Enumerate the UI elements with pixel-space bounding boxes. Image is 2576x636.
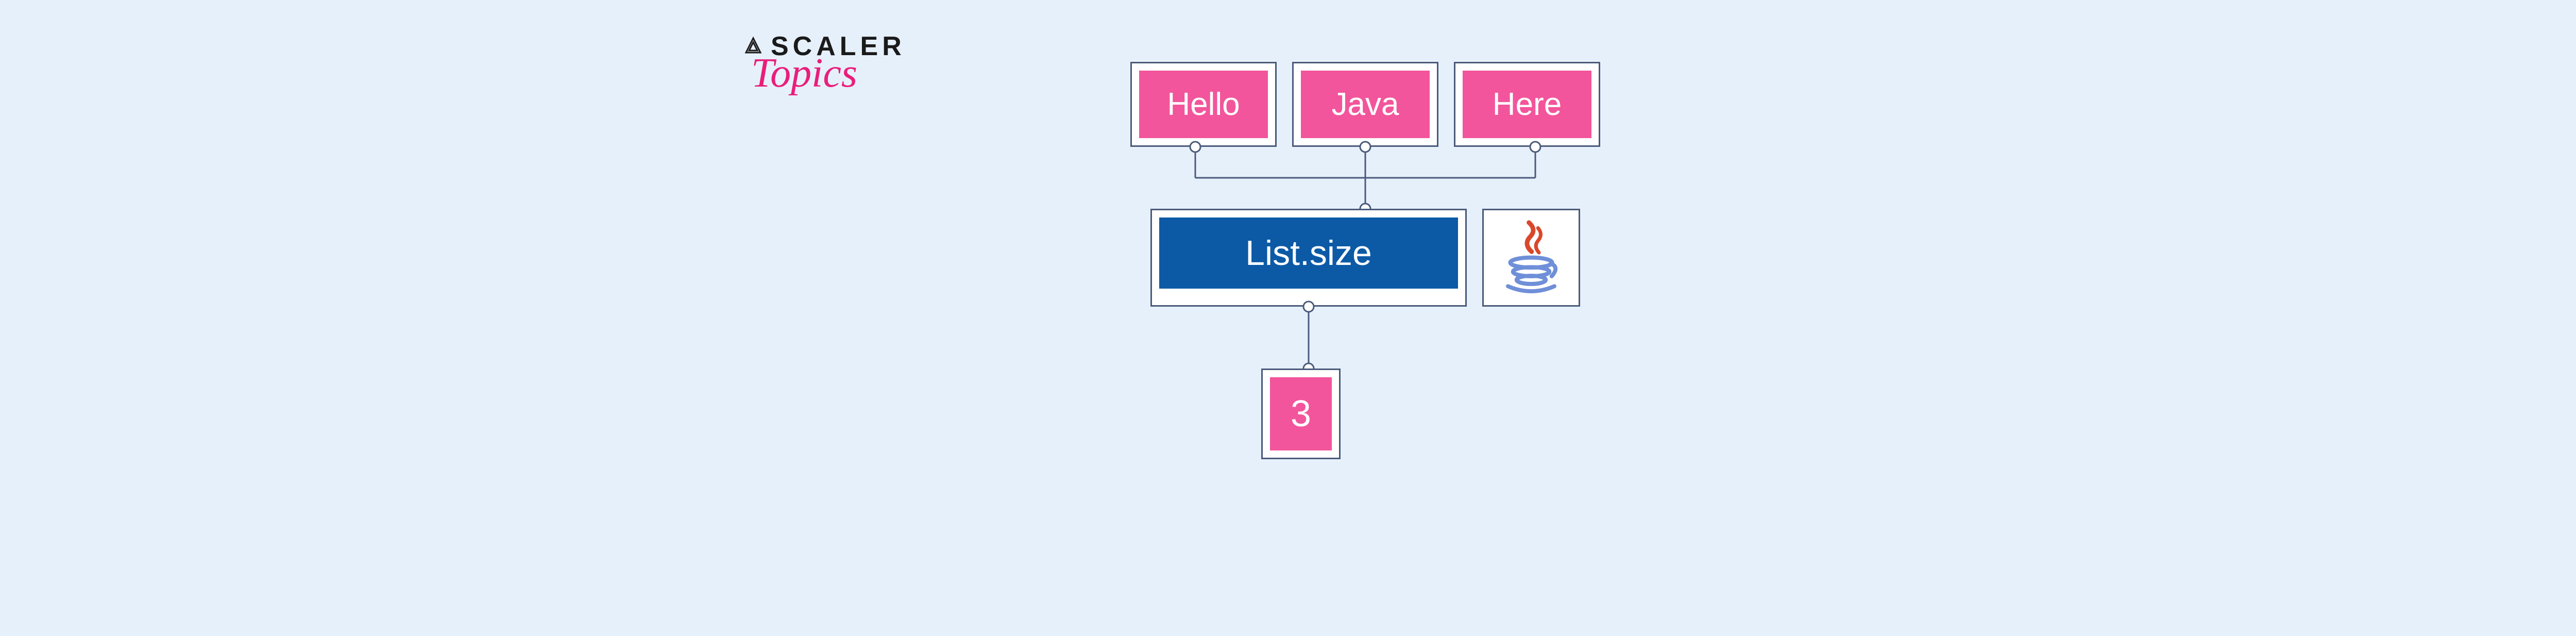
- list-items-row: Hello Java Here: [1030, 62, 1700, 147]
- method-row: List.size: [1030, 209, 1700, 307]
- method-label: List.size: [1159, 217, 1458, 289]
- java-logo-icon: [1498, 218, 1565, 298]
- list-item-box: Java: [1292, 62, 1438, 147]
- result-box: 3: [1261, 369, 1341, 459]
- list-item-value: Hello: [1139, 71, 1268, 138]
- result-value: 3: [1270, 377, 1332, 450]
- list-size-diagram: Hello Java Here List.siz: [1030, 62, 1700, 459]
- result-row: 3: [1030, 369, 1700, 459]
- java-logo-box: [1482, 209, 1580, 307]
- list-item-box: Here: [1454, 62, 1600, 147]
- connector-row-2: [1030, 307, 1700, 369]
- scaler-topics-logo: SCALER Topics: [742, 31, 906, 97]
- list-item-box: Hello: [1130, 62, 1277, 147]
- method-box: List.size: [1150, 209, 1467, 307]
- connector-row-1: [1030, 147, 1700, 209]
- list-item-value: Here: [1463, 71, 1591, 138]
- list-item-value: Java: [1301, 71, 1430, 138]
